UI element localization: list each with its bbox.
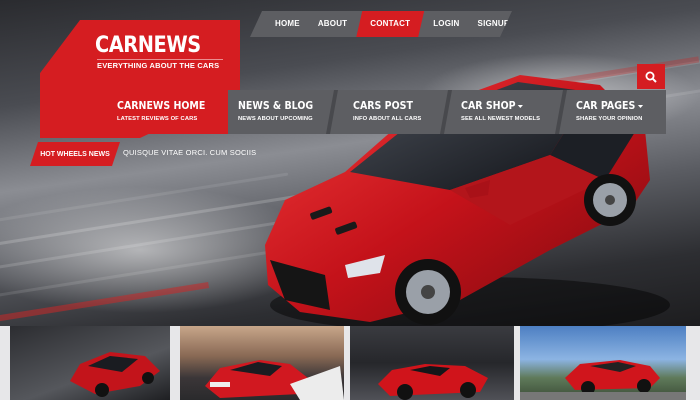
chevron-down-icon <box>637 104 644 108</box>
car-thumbnail-image <box>520 360 686 400</box>
top-nav-contact[interactable]: CONTACT <box>356 11 424 37</box>
main-nav-subtitle: LATEST REVIEWS OF CARS <box>117 116 198 122</box>
search-button[interactable] <box>637 64 665 89</box>
thumbnail-2[interactable] <box>180 326 344 400</box>
main-nav-subtitle: NEWS ABOUT UPCOMING <box>238 116 313 122</box>
chevron-down-icon <box>518 104 524 108</box>
logo-divider <box>97 59 223 60</box>
main-nav-title: CAR PAGES <box>576 99 636 112</box>
top-nav-login[interactable]: LOGIN <box>424 11 468 37</box>
main-nav-title-wrap: CAR SHOP <box>461 99 524 112</box>
logo-title[interactable]: CARNEWS <box>95 33 201 58</box>
thumbnail-3[interactable] <box>350 326 514 400</box>
top-nav: HOME ABOUT CONTACT LOGIN SIGNUP <box>250 11 512 37</box>
thumbnail-1[interactable] <box>10 326 170 400</box>
main-nav-subtitle: SHARE YOUR OPINION <box>576 116 643 122</box>
main-nav-title: NEWS & BLOG <box>238 99 314 112</box>
main-nav-title: CARS POST <box>353 99 413 112</box>
nav-divider <box>326 90 338 134</box>
main-nav: CARNEWS HOME LATEST REVIEWS OF CARS NEWS… <box>100 90 666 134</box>
nav-divider <box>555 90 567 134</box>
logo-tagline: EVERYTHING ABOUT THE CARS <box>97 61 220 70</box>
thumbnail-4[interactable] <box>520 326 686 400</box>
top-nav-home[interactable]: HOME <box>266 11 309 37</box>
car-thumbnail-image <box>378 364 488 400</box>
main-nav-subtitle: INFO ABOUT ALL CARS <box>353 116 422 122</box>
search-icon <box>645 71 657 83</box>
car-thumbnail-image <box>205 360 344 400</box>
main-nav-home-bg <box>100 90 228 134</box>
thumbnail-strip <box>0 326 700 400</box>
news-ticker-text[interactable]: QUISQUE VITAE ORCI. CUM SOCIIS <box>123 148 256 157</box>
hot-wheels-news-label: HOT WHEELS NEWS <box>30 142 120 166</box>
car-thumbnail-image <box>70 352 160 397</box>
nav-divider <box>440 90 452 134</box>
main-nav-title-wrap: CAR PAGES <box>576 99 644 112</box>
main-nav-title: CAR SHOP <box>461 99 516 112</box>
main-nav-title: CARNEWS HOME <box>117 99 206 112</box>
top-nav-about[interactable]: ABOUT <box>309 11 356 37</box>
main-nav-subtitle: SEE ALL NEWEST MODELS <box>461 116 541 122</box>
